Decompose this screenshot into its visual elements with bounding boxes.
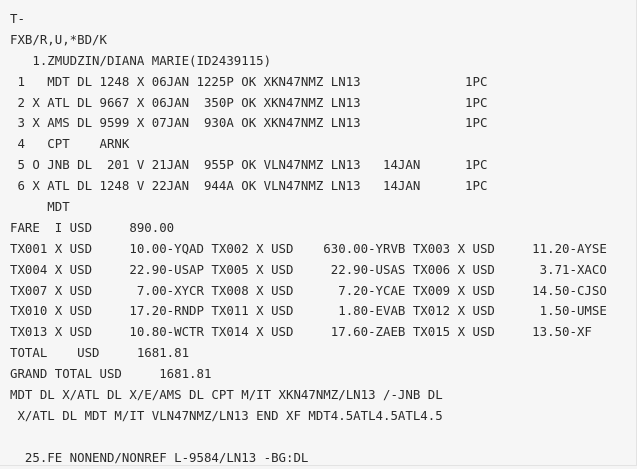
terminal-line-fare: FARE I USD 890.00: [10, 219, 175, 235]
terminal-line-segment-4-arnk: 4 CPT ARNK: [10, 136, 130, 152]
terminal-line-grand-total: GRAND TOTAL USD 1681.81: [10, 366, 212, 382]
terminal-line-command-echo: T-: [10, 11, 25, 26]
terminal-line-tax-row-5: TX013 X USD 10.80-WCTR TX014 X USD 17.60…: [10, 324, 592, 340]
terminal-line-segment-5: 5 O JNB DL 201 V 21JAN 955P OK VLN47NMZ …: [10, 157, 488, 173]
terminal-line-endorsement: 25.FE NONEND/NONREF L-9584/LN13 -BG:DL: [10, 449, 309, 465]
terminal-line-passenger-name: 1.ZMUDZIN/DIANA MARIE(ID2439115): [10, 52, 272, 68]
terminal-line-tax-row-4: TX010 X USD 17.20-RNDP TX011 X USD 1.80-…: [10, 303, 607, 319]
terminal-line-segment-1: 1 MDT DL 1248 X 06JAN 1225P OK XKN47NMZ …: [10, 73, 488, 89]
terminal-line-fare-command: FXB/R,U,*BD/K: [10, 31, 107, 47]
terminal-line-tax-row-1: TX001 X USD 10.00-YQAD TX002 X USD 630.0…: [10, 240, 607, 256]
terminal-line-destination: MDT: [10, 199, 70, 215]
terminal-line-tax-row-3: TX007 X USD 7.00-XYCR TX008 X USD 7.20-Y…: [10, 282, 607, 298]
terminal-output: T- FXB/R,U,*BD/K 1.ZMUDZIN/DIANA MARIE(I…: [0, 0, 637, 466]
terminal-line-fare-calc-2: X/ATL DL MDT M/IT VLN47NMZ/LN13 END XF M…: [10, 407, 443, 423]
terminal-line-segment-2: 2 X ATL DL 9667 X 06JAN 350P OK XKN47NMZ…: [10, 94, 488, 110]
terminal-line-tax-row-2: TX004 X USD 22.90-USAP TX005 X USD 22.90…: [10, 261, 607, 277]
terminal-line-fare-calc-1: MDT DL X/ATL DL X/E/AMS DL CPT M/IT XKN4…: [10, 387, 443, 403]
terminal-line-segment-6: 6 X ATL DL 1248 V 22JAN 944A OK VLN47NMZ…: [10, 178, 488, 194]
terminal-line-total: TOTAL USD 1681.81: [10, 345, 190, 361]
terminal-line-segment-3: 3 X AMS DL 9599 X 07JAN 930A OK XKN47NMZ…: [10, 115, 488, 131]
